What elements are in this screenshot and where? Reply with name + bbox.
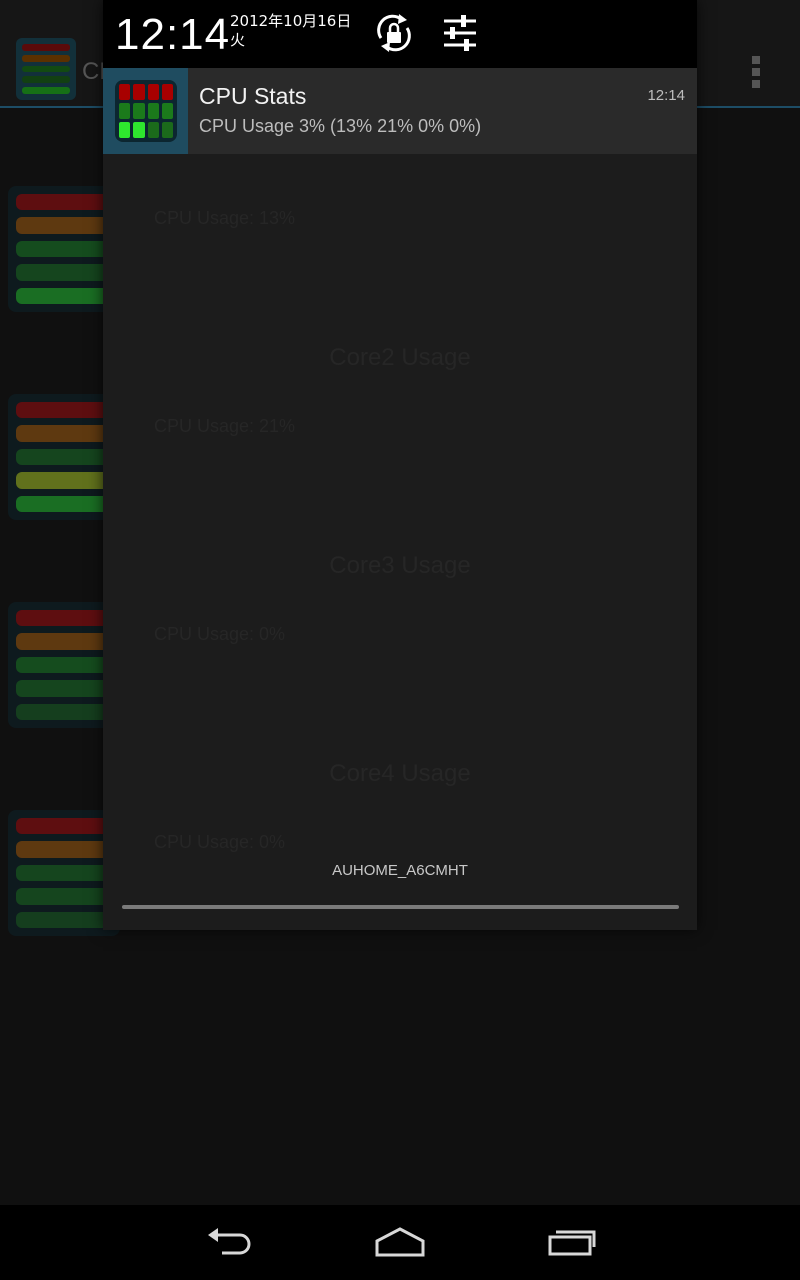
back-icon[interactable]: [200, 1223, 260, 1263]
quick-settings-icon[interactable]: [437, 10, 483, 56]
core3-title: Core3 Usage: [329, 552, 471, 579]
core4-title: Core4 Usage: [329, 760, 471, 787]
cpu-stats-app-icon: [103, 68, 188, 154]
notification-item[interactable]: CPU Stats CPU Usage 3% (13% 21% 0% 0%) 1…: [103, 68, 697, 154]
rotate-lock-icon[interactable]: [371, 10, 417, 56]
shade-body: CPU Usage: 13% Core2 Usage CPU Usage: 21…: [103, 154, 697, 930]
overflow-menu-icon[interactable]: [752, 56, 762, 88]
core4-usage-text: CPU Usage: 0%: [154, 832, 286, 852]
carrier-label: AUHOME_A6CMHT: [332, 862, 468, 879]
navigation-bar: [0, 1205, 800, 1280]
clock: 12:14: [115, 10, 231, 59]
date-line1: 2012年10月16日: [230, 12, 352, 30]
notification-title: CPU Stats: [199, 83, 307, 109]
shade-drag-handle[interactable]: [122, 905, 679, 909]
home-icon[interactable]: [370, 1223, 430, 1263]
date-line2: 火: [230, 31, 246, 49]
core3-usage-text: CPU Usage: 0%: [154, 624, 286, 644]
shade-header: 12:14 2012年10月16日 火: [103, 0, 697, 68]
notification-text: CPU Usage 3% (13% 21% 0% 0%): [199, 116, 482, 136]
recent-apps-icon[interactable]: [542, 1223, 602, 1263]
core2-title: Core2 Usage: [329, 344, 471, 371]
date: 2012年10月16日 火: [230, 12, 351, 50]
notification-shade: 12:14 2012年10月16日 火 CPU Stats CPU Usage …: [103, 0, 697, 930]
app-logo-icon: [16, 38, 76, 100]
notification-time: 12:14: [647, 87, 685, 104]
core2-usage-text: CPU Usage: 21%: [154, 416, 296, 436]
core1-usage-text: CPU Usage: 13%: [154, 208, 296, 228]
